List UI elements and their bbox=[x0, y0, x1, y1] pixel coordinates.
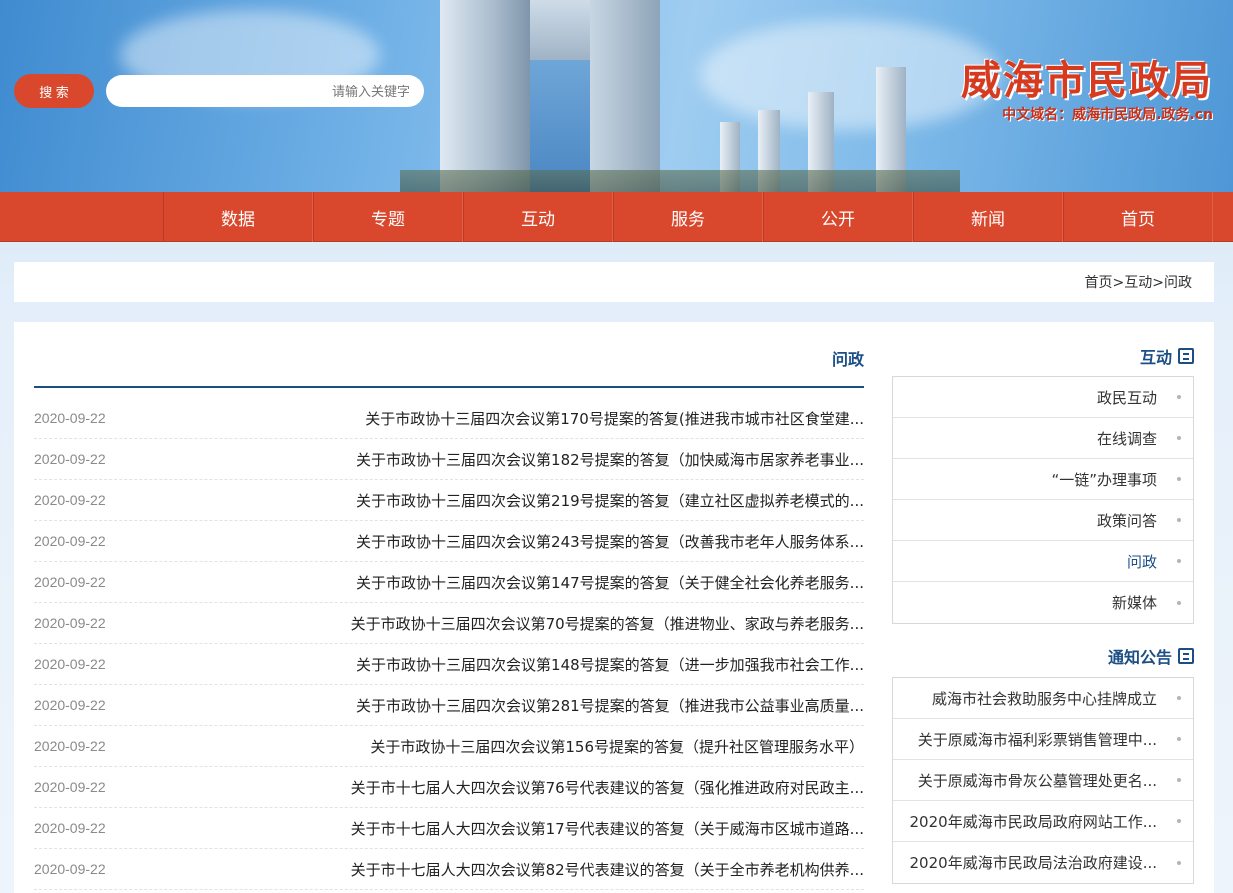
bullet-icon bbox=[1177, 436, 1181, 440]
bullet-icon bbox=[1177, 477, 1181, 481]
notice-item-label: 关于原威海市福利彩票销售管理中... bbox=[917, 730, 1157, 749]
notice-item-label: 关于原威海市骨灰公墓管理处更名... bbox=[917, 771, 1157, 790]
sidebar-item-label: 新媒体 bbox=[1111, 594, 1157, 612]
sidebar-item-label: 政民互动 bbox=[1096, 388, 1157, 407]
article-title[interactable]: 关于市政协十三届四次会议第148号提案的答复（进一步加强我市社会工作... bbox=[356, 654, 864, 675]
sidebar-item-label: “一链”办理事项 bbox=[1051, 470, 1157, 489]
sidebar-item-citizen-interaction[interactable]: 政民互动 bbox=[893, 377, 1193, 418]
article-date: 2020-09-22 bbox=[34, 738, 106, 754]
list-item[interactable]: 2020-09-22 关于市十七届人大四次会议第17号代表建议的答复（关于威海市… bbox=[34, 808, 864, 849]
ground-graphic bbox=[400, 170, 960, 192]
sidebar-interaction-title: 互动 bbox=[1139, 348, 1172, 367]
list-item[interactable]: 2020-09-22 关于市政协十三届四次会议第243号提案的答复（改善我市老年… bbox=[34, 521, 864, 562]
list-item[interactable]: 2020-09-22 关于市政协十三届四次会议第70号提案的答复（推进物业、家政… bbox=[34, 603, 864, 644]
list-item[interactable]: 2020-09-22 关于市政协十三届四次会议第219号提案的答复（建立社区虚拟… bbox=[34, 480, 864, 521]
sidebar-notice-heading: 通知公告 bbox=[1108, 644, 1194, 668]
sidebar-item-new-media[interactable]: 新媒体 bbox=[893, 582, 1193, 623]
list-icon bbox=[1178, 348, 1194, 364]
article-title[interactable]: 关于市政协十三届四次会议第182号提案的答复（加快威海市居家养老事业... bbox=[356, 449, 864, 470]
nav-item-service[interactable]: 服务 bbox=[613, 192, 763, 242]
article-title[interactable]: 关于市政协十三届四次会议第156号提案的答复（提升社区管理服务水平） bbox=[370, 736, 864, 757]
nav-item-data[interactable]: 数据 bbox=[163, 192, 313, 242]
list-item[interactable]: 2020-09-22 关于市政协十三届四次会议第170号提案的答复(推进我市城市… bbox=[34, 398, 864, 439]
notice-item-label: 2020年威海市民政局政府网站工作... bbox=[909, 812, 1157, 831]
article-date: 2020-09-22 bbox=[34, 492, 106, 508]
article-title[interactable]: 关于市政协十三届四次会议第219号提案的答复（建立社区虚拟养老模式的... bbox=[356, 490, 864, 511]
article-title[interactable]: 关于市政协十三届四次会议第170号提案的答复(推进我市城市社区食堂建... bbox=[365, 408, 864, 429]
site-domain-text: 中文域名：威海市民政局.政务.cn bbox=[1002, 107, 1213, 123]
sidebar-item-label: 政策问答 bbox=[1096, 511, 1157, 530]
content-panel: 问政 2020-09-22 关于市政协十三届四次会议第170号提案的答复(推进我… bbox=[14, 322, 1214, 893]
main-nav: 首页 新闻 公开 服务 互动 专题 数据 bbox=[0, 192, 1233, 242]
article-date: 2020-09-22 bbox=[34, 410, 106, 426]
notice-icon bbox=[1178, 648, 1194, 664]
list-item[interactable]: 2020-09-22 关于市政协十三届四次会议第156号提案的答复（提升社区管理… bbox=[34, 726, 864, 767]
article-date: 2020-09-22 bbox=[34, 779, 106, 795]
article-date: 2020-09-22 bbox=[34, 574, 106, 590]
bullet-icon bbox=[1177, 559, 1181, 563]
sidebar-item-online-survey[interactable]: 在线调查 bbox=[893, 418, 1193, 459]
list-item[interactable]: 2020-09-22 关于市十七届人大四次会议第76号代表建议的答复（强化推进政… bbox=[34, 767, 864, 808]
sidebar-notice-list: 威海市社会救助服务中心挂牌成立 关于原威海市福利彩票销售管理中... 关于原威海… bbox=[892, 677, 1194, 884]
notice-item-label: 威海市社会救助服务中心挂牌成立 bbox=[931, 689, 1157, 708]
sidebar-item-policy-qa[interactable]: 政策问答 bbox=[893, 500, 1193, 541]
gate-building-left-graphic bbox=[440, 0, 530, 192]
list-item[interactable]: 2020-09-22 关于市政协十三届四次会议第148号提案的答复（进一步加强我… bbox=[34, 644, 864, 685]
article-date: 2020-09-22 bbox=[34, 533, 106, 549]
article-title[interactable]: 关于市政协十三届四次会议第281号提案的答复（推进我市公益事业高质量... bbox=[356, 695, 864, 716]
sidebar-interaction-heading: 互动 bbox=[1140, 344, 1194, 368]
nav-item-topics[interactable]: 专题 bbox=[313, 192, 463, 242]
breadcrumb-text[interactable]: 首页>互动>问政 bbox=[1085, 272, 1192, 292]
site-logo-title[interactable]: 威海市民政局 bbox=[961, 48, 1213, 106]
article-date: 2020-09-22 bbox=[34, 656, 106, 672]
bullet-icon bbox=[1177, 696, 1181, 700]
nav-item-news[interactable]: 新闻 bbox=[913, 192, 1063, 242]
sidebar-notice-title: 通知公告 bbox=[1107, 648, 1172, 667]
article-title[interactable]: 关于市十七届人大四次会议第82号代表建议的答复（关于全市养老机构供养... bbox=[351, 859, 864, 880]
list-item[interactable]: 2020-09-22 关于市政协十三届四次会议第147号提案的答复（关于健全社会… bbox=[34, 562, 864, 603]
bullet-icon bbox=[1177, 518, 1181, 522]
article-date: 2020-09-22 bbox=[34, 451, 106, 467]
article-title[interactable]: 关于市十七届人大四次会议第17号代表建议的答复（关于威海市区城市道路... bbox=[351, 818, 864, 839]
article-title[interactable]: 关于市政协十三届四次会议第243号提案的答复（改善我市老年人服务体系... bbox=[356, 531, 864, 552]
article-title[interactable]: 关于市十七届人大四次会议第76号代表建议的答复（强化推进政府对民政主... bbox=[351, 777, 864, 798]
list-item[interactable]: 2020-09-22 关于市十七届人大四次会议第82号代表建议的答复（关于全市养… bbox=[34, 849, 864, 890]
gate-building-right-graphic bbox=[590, 0, 660, 192]
search-input[interactable] bbox=[106, 75, 424, 107]
article-date: 2020-09-22 bbox=[34, 697, 106, 713]
bullet-icon bbox=[1177, 819, 1181, 823]
article-date: 2020-09-22 bbox=[34, 820, 106, 836]
notice-item[interactable]: 2020年威海市民政局法治政府建设... bbox=[893, 842, 1193, 883]
list-item[interactable]: 2020-09-22 关于市政协十三届四次会议第281号提案的答复（推进我市公益… bbox=[34, 685, 864, 726]
sidebar-interaction-menu: 政民互动 在线调查 “一链”办理事项 政策问答 问政 新媒体 bbox=[892, 376, 1194, 624]
nav-item-interaction[interactable]: 互动 bbox=[463, 192, 613, 242]
article-date: 2020-09-22 bbox=[34, 615, 106, 631]
notice-item[interactable]: 2020年威海市民政局政府网站工作... bbox=[893, 801, 1193, 842]
sidebar-item-label: 问政 bbox=[1126, 552, 1157, 571]
cloud-decoration bbox=[700, 20, 1000, 130]
bullet-icon bbox=[1177, 600, 1181, 605]
search-button[interactable]: 搜 索 bbox=[14, 74, 94, 108]
notice-item[interactable]: 关于原威海市骨灰公墓管理处更名... bbox=[893, 760, 1193, 801]
sidebar-item-inquiry[interactable]: 问政 bbox=[893, 541, 1193, 582]
article-date: 2020-09-22 bbox=[34, 861, 106, 877]
bullet-icon bbox=[1177, 737, 1181, 741]
notice-item-label: 2020年威海市民政局法治政府建设... bbox=[909, 854, 1157, 872]
breadcrumb: 首页>互动>问政 bbox=[14, 262, 1214, 302]
notice-item[interactable]: 关于原威海市福利彩票销售管理中... bbox=[893, 719, 1193, 760]
bullet-icon bbox=[1177, 778, 1181, 782]
bullet-icon bbox=[1177, 860, 1181, 865]
sidebar-item-label: 在线调查 bbox=[1096, 429, 1157, 448]
article-list: 2020-09-22 关于市政协十三届四次会议第170号提案的答复(推进我市城市… bbox=[34, 398, 864, 890]
article-title[interactable]: 关于市政协十三届四次会议第147号提案的答复（关于健全社会化养老服务... bbox=[356, 572, 864, 593]
article-title[interactable]: 关于市政协十三届四次会议第70号提案的答复（推进物业、家政与养老服务... bbox=[351, 613, 864, 634]
site-header: 搜 索 威海市民政局 中文域名：威海市民政局.政务.cn bbox=[0, 0, 1233, 192]
notice-item[interactable]: 威海市社会救助服务中心挂牌成立 bbox=[893, 678, 1193, 719]
sidebar-item-one-chain[interactable]: “一链”办理事项 bbox=[893, 459, 1193, 500]
nav-item-home[interactable]: 首页 bbox=[1063, 192, 1213, 242]
list-item[interactable]: 2020-09-22 关于市政协十三届四次会议第182号提案的答复（加快威海市居… bbox=[34, 439, 864, 480]
list-title: 问政 bbox=[34, 344, 864, 388]
nav-item-public[interactable]: 公开 bbox=[763, 192, 913, 242]
bullet-icon bbox=[1177, 395, 1181, 399]
